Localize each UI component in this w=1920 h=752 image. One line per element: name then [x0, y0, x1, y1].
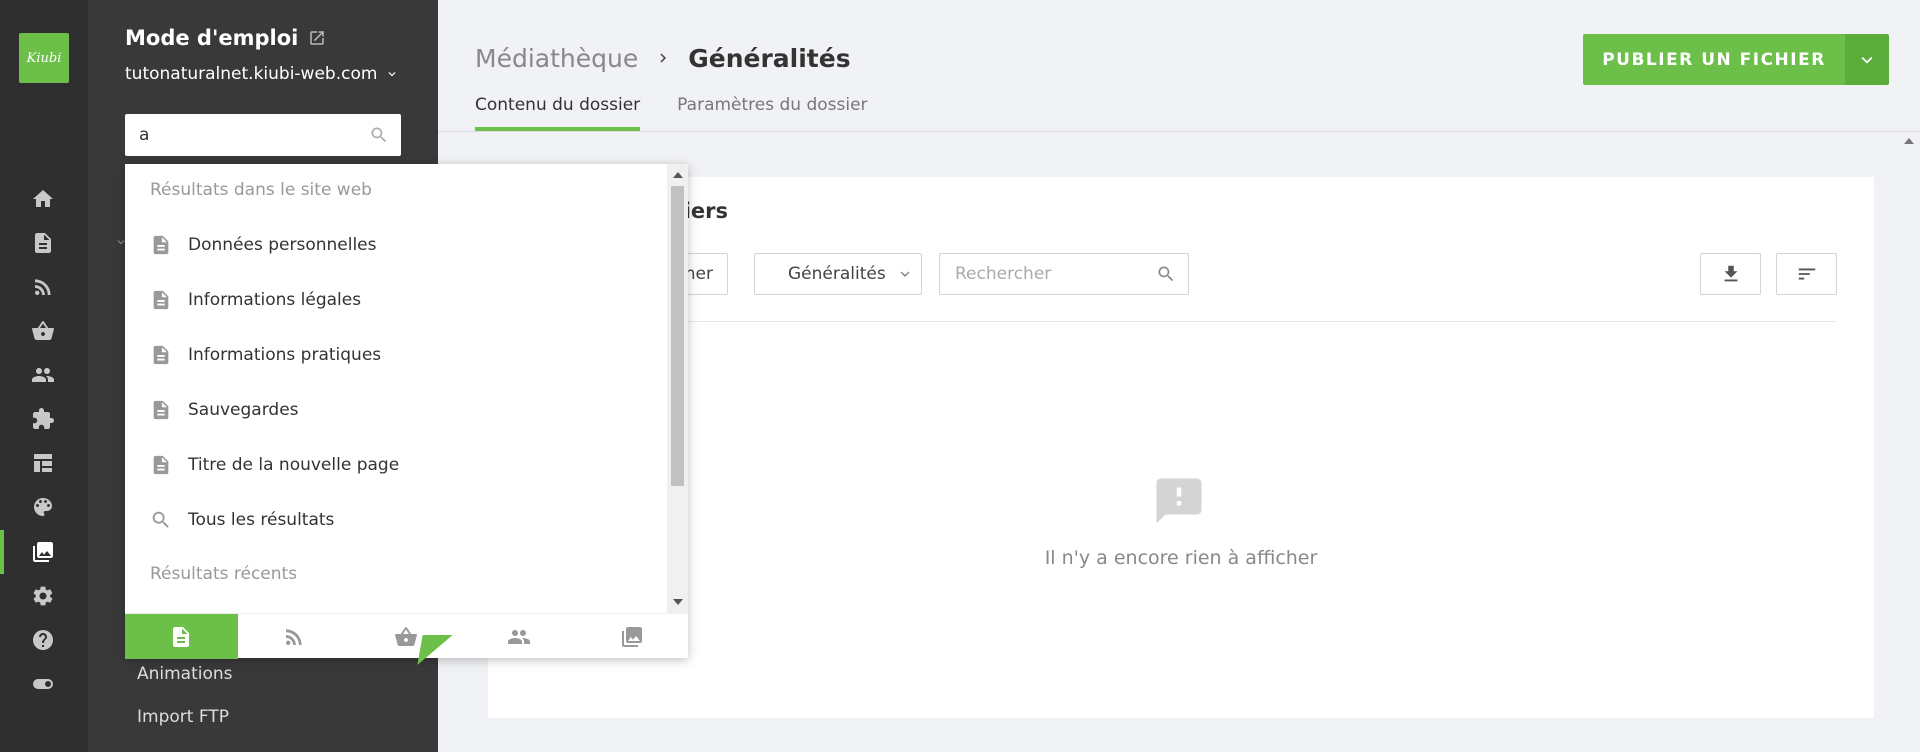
folder-select-value: Généralités [788, 264, 886, 284]
document-icon [153, 400, 169, 420]
chevron-down-icon [900, 271, 910, 277]
document-icon[interactable] [29, 229, 57, 257]
search-icon [371, 127, 387, 143]
document-icon [153, 290, 169, 310]
category-tab-users[interactable] [463, 614, 576, 659]
layout-icon[interactable] [29, 449, 57, 477]
icon-rail: Kiubi [0, 0, 88, 752]
dropdown-scrollbar[interactable] [667, 164, 688, 613]
empty-feedback-icon [1152, 473, 1206, 529]
nav-search-box[interactable] [125, 114, 401, 156]
download-icon [1724, 265, 1737, 282]
site-title[interactable]: Mode d'emploi [125, 26, 326, 50]
active-tab-pointer [417, 635, 453, 665]
tabs-divider [438, 131, 1920, 132]
users-icon [508, 629, 531, 644]
breadcrumb-current: Généralités [688, 44, 851, 73]
file-search-input[interactable] [955, 264, 1145, 284]
site-title-text: Mode d'emploi [125, 26, 299, 50]
result-label: Informations pratiques [188, 345, 382, 365]
site-selector[interactable]: tutonaturalnet.kiubi-web.com [125, 64, 399, 84]
result-item[interactable]: Informations pratiques [150, 344, 381, 366]
breadcrumb: Médiathèque Généralités [475, 44, 851, 73]
users-icon[interactable] [29, 361, 57, 389]
logo-text: Kiubi [26, 50, 62, 66]
all-results-item[interactable]: Tous les résultats [150, 509, 334, 531]
file-search-box[interactable] [939, 253, 1189, 295]
result-label: Tous les résultats [188, 510, 335, 530]
scroll-up-arrow[interactable] [673, 172, 683, 178]
category-tab-media[interactable] [575, 614, 688, 659]
result-category-tabs [125, 613, 688, 659]
chevron-right-icon [654, 44, 672, 73]
page-scroll-up-arrow[interactable] [1904, 138, 1914, 144]
breadcrumb-root[interactable]: Médiathèque [475, 44, 638, 73]
result-label: Informations légales [188, 290, 362, 310]
scroll-down-arrow[interactable] [673, 599, 683, 605]
card-title-text: iers [683, 199, 728, 223]
folder-tabs: Contenu du dossier Paramètres du dossier [475, 95, 868, 131]
chevron-down-icon [388, 72, 396, 77]
tab-folder-settings[interactable]: Paramètres du dossier [677, 95, 867, 131]
rss-icon[interactable] [29, 273, 57, 301]
nav-link-import-ftp[interactable]: Import FTP [137, 707, 229, 727]
toggle-icon[interactable] [29, 670, 57, 698]
palette-icon[interactable] [29, 493, 57, 521]
search-results-dropdown: Résultats dans le site web Données perso… [125, 164, 688, 659]
rail-active-indicator [0, 530, 4, 574]
kiubi-logo[interactable]: Kiubi [19, 33, 69, 83]
search-icon [152, 511, 169, 528]
site-url-text: tutonaturalnet.kiubi-web.com [125, 64, 378, 84]
home-icon[interactable] [29, 185, 57, 213]
nav-link-animations[interactable]: Animations [137, 664, 233, 684]
chevron-down-icon [1861, 56, 1873, 64]
search-icon [1158, 266, 1174, 282]
rss-icon [285, 628, 302, 645]
download-button[interactable] [1700, 253, 1761, 295]
document-icon [153, 455, 169, 475]
result-label: Données personnelles [188, 235, 377, 255]
empty-state-text: Il n'y a encore rien à afficher [1044, 547, 1318, 569]
result-label: Titre de la nouvelle page [188, 455, 400, 475]
category-tab-blog[interactable] [238, 614, 351, 659]
sort-icon [1798, 268, 1815, 280]
card-divider [488, 321, 1836, 322]
media-icon [621, 626, 642, 647]
document-icon [173, 626, 190, 647]
basket-icon[interactable] [29, 317, 57, 345]
basket-icon [395, 626, 418, 646]
document-icon [153, 235, 169, 255]
sort-button[interactable] [1776, 253, 1837, 295]
nav-search-input[interactable] [139, 124, 359, 146]
result-item[interactable]: Sauvegardes [150, 399, 299, 421]
publish-button-group: PUBLIER UN FICHIER [1583, 34, 1889, 85]
publish-dropdown-button[interactable] [1845, 34, 1889, 85]
media-icon[interactable] [29, 538, 57, 566]
folder-select[interactable]: Généralités [754, 253, 922, 295]
results-list: Résultats dans le site web Données perso… [125, 164, 667, 613]
publish-file-button[interactable]: PUBLIER UN FICHIER [1583, 34, 1845, 85]
settings-icon[interactable] [29, 582, 57, 610]
result-item[interactable]: Informations légales [150, 289, 361, 311]
section-recent-results: Résultats récents [150, 564, 298, 584]
scrollbar-thumb[interactable] [671, 186, 684, 486]
result-label: Sauvegardes [188, 400, 299, 420]
section-site-results: Résultats dans le site web [150, 180, 372, 200]
document-icon [153, 345, 169, 365]
external-link-icon[interactable] [308, 29, 326, 47]
result-item[interactable]: Données personnelles [150, 234, 377, 256]
puzzle-icon[interactable] [29, 405, 57, 433]
files-card: iers nner Généralités Il n'y a encore ri… [488, 177, 1874, 718]
help-icon[interactable] [29, 626, 57, 654]
tab-folder-content[interactable]: Contenu du dossier [475, 95, 641, 131]
category-tab-pages[interactable] [125, 614, 238, 659]
result-item[interactable]: Titre de la nouvelle page [150, 454, 399, 476]
